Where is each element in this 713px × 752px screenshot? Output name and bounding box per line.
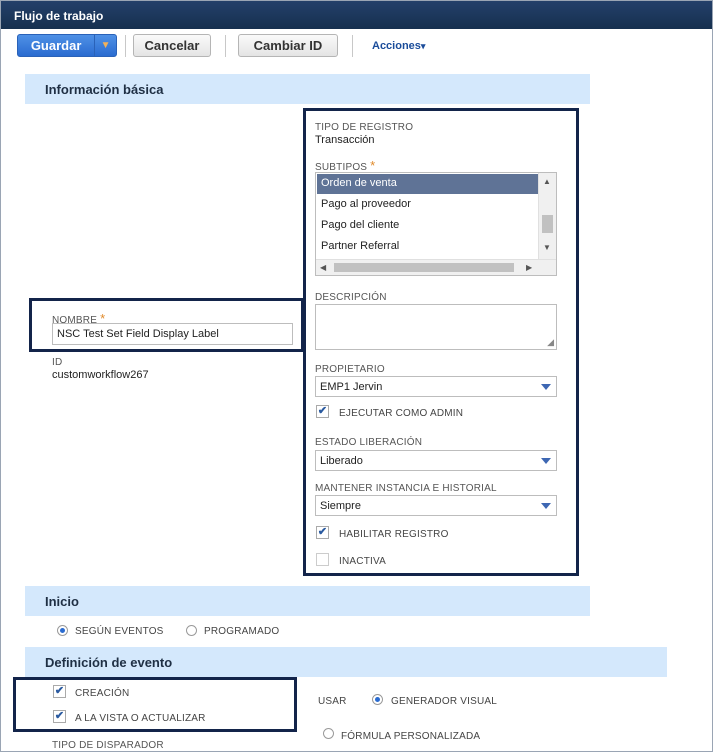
on-create-label: CREACIÓN: [75, 688, 130, 699]
toolbar-divider: [125, 35, 126, 57]
id-label: ID: [52, 357, 63, 368]
scroll-up-icon[interactable]: ▲: [543, 177, 551, 186]
scroll-down-icon[interactable]: ▼: [543, 243, 551, 252]
actions-label: Acciones: [372, 40, 421, 52]
release-status-value: Liberado: [320, 455, 363, 467]
save-menu-icon[interactable]: ▼: [94, 35, 116, 56]
scroll-thumb[interactable]: [542, 215, 553, 233]
chevron-down-icon: [541, 384, 551, 390]
owner-select[interactable]: EMP1 Jervin: [315, 376, 557, 397]
on-view-update-label: A LA VISTA O ACTUALIZAR: [75, 713, 206, 724]
keep-instance-select[interactable]: Siempre: [315, 495, 557, 516]
start-event-label: SEGÚN EVENTOS: [75, 626, 164, 637]
description-label: DESCRIPCIÓN: [315, 292, 387, 303]
toolbar-divider: [352, 35, 353, 57]
release-status-select[interactable]: Liberado: [315, 450, 557, 471]
run-as-admin-checkbox[interactable]: ✔: [316, 405, 329, 418]
section-header-basic-info: Información básica: [25, 74, 590, 104]
cancel-button[interactable]: Cancelar: [133, 34, 211, 57]
subtype-option[interactable]: Orden de venta: [317, 174, 538, 194]
trigger-type-label: TIPO DE DISPARADOR: [52, 740, 164, 751]
enable-logging-checkbox[interactable]: ✔: [316, 526, 329, 539]
subtype-option[interactable]: Pago al proveedor: [317, 195, 538, 215]
toolbar-divider: [225, 35, 226, 57]
id-value: customworkflow267: [52, 369, 149, 381]
record-type-value: Transacción: [315, 134, 375, 146]
release-status-label: ESTADO LIBERACIÓN: [315, 437, 423, 448]
keep-instance-label: MANTENER INSTANCIA E HISTORIAL: [315, 483, 497, 494]
visual-builder-radio[interactable]: [372, 694, 383, 705]
custom-formula-radio[interactable]: [323, 728, 334, 739]
scroll-right-icon[interactable]: ▶: [526, 263, 532, 272]
start-scheduled-radio[interactable]: [186, 625, 197, 636]
enable-logging-label: HABILITAR REGISTRO: [339, 529, 449, 540]
start-scheduled-label: PROGRAMADO: [204, 626, 280, 637]
section-header-start: Inicio: [25, 586, 590, 616]
save-button-label: Guardar: [30, 38, 82, 53]
resize-grip-icon[interactable]: ◢: [547, 337, 554, 348]
subtypes-listbox[interactable]: Orden de venta Pago al proveedor Pago de…: [315, 172, 557, 276]
keep-instance-value: Siempre: [320, 500, 361, 512]
required-icon: *: [370, 158, 376, 173]
change-id-button[interactable]: Cambiar ID: [238, 34, 338, 57]
chevron-down-icon: [541, 458, 551, 464]
window-title: Flujo de trabajo: [1, 1, 712, 29]
name-field[interactable]: NSC Test Set Field Display Label: [52, 323, 293, 345]
section-header-event-definition: Definición de evento: [25, 647, 667, 677]
inactive-label: INACTIVA: [339, 556, 386, 567]
scroll-thumb[interactable]: [334, 263, 514, 272]
on-view-update-checkbox[interactable]: ✔: [53, 710, 66, 723]
subtype-option[interactable]: Pago del cliente: [317, 216, 538, 236]
start-event-radio[interactable]: [57, 625, 68, 636]
actions-caret-icon: ▾: [420, 41, 426, 51]
visual-builder-label: GENERADOR VISUAL: [391, 696, 498, 707]
description-field[interactable]: ◢: [315, 304, 557, 350]
owner-label: PROPIETARIO: [315, 364, 385, 375]
scroll-left-icon[interactable]: ◀: [320, 263, 326, 272]
subtype-option[interactable]: Partner Referral: [317, 237, 538, 257]
custom-formula-label: FÓRMULA PERSONALIZADA: [341, 731, 481, 742]
vertical-scrollbar[interactable]: ▲ ▼: [538, 173, 556, 259]
inactive-checkbox[interactable]: [316, 553, 329, 566]
subtypes-label: SUBTIPOS *: [315, 158, 376, 173]
record-type-label: TIPO DE REGISTRO: [315, 122, 414, 133]
use-label: USAR: [318, 696, 347, 707]
horizontal-scrollbar[interactable]: ◀ ▶: [316, 259, 556, 275]
chevron-down-icon: [541, 503, 551, 509]
on-create-checkbox[interactable]: ✔: [53, 685, 66, 698]
owner-value: EMP1 Jervin: [320, 381, 383, 393]
save-button[interactable]: Guardar ▼: [17, 34, 117, 57]
actions-menu[interactable]: Acciones▾: [372, 40, 425, 52]
run-as-admin-label: EJECUTAR COMO ADMIN: [339, 408, 464, 419]
